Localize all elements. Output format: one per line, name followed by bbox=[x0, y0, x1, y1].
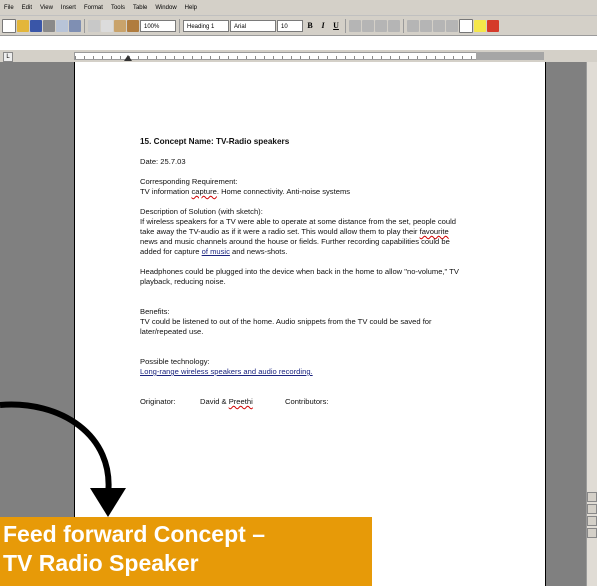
style-dropdown[interactable]: Heading 1 bbox=[183, 19, 229, 32]
description-line: added for capture of music and news-shot… bbox=[140, 247, 288, 256]
save-icon[interactable] bbox=[30, 19, 42, 32]
tab-selector[interactable]: L bbox=[3, 52, 13, 62]
previous-page-button[interactable] bbox=[587, 504, 597, 514]
menu-window[interactable]: Window bbox=[151, 5, 180, 11]
toolbar: 100% Heading 1 Arial 10 B I U bbox=[0, 16, 597, 36]
format-painter-icon[interactable] bbox=[127, 19, 139, 32]
menu-insert[interactable]: Insert bbox=[57, 5, 80, 11]
indent-icon[interactable] bbox=[446, 19, 458, 32]
italic-button[interactable]: I bbox=[317, 21, 329, 30]
border-icon[interactable] bbox=[459, 18, 473, 33]
benefits-heading: Benefits: bbox=[140, 307, 170, 316]
bullets-icon[interactable] bbox=[420, 19, 432, 32]
headphones-line: playback, reducing noise. bbox=[140, 277, 226, 286]
requirement-text: TV information capture. Home connectivit… bbox=[140, 187, 351, 196]
underline-button[interactable]: U bbox=[330, 21, 342, 30]
menu-view[interactable]: View bbox=[36, 5, 57, 11]
copy-icon[interactable] bbox=[101, 19, 113, 32]
numbering-icon[interactable] bbox=[407, 19, 419, 32]
outdent-icon[interactable] bbox=[433, 19, 445, 32]
highlight-icon[interactable] bbox=[474, 19, 486, 32]
toolbar-separator bbox=[345, 18, 346, 33]
description-line: If wireless speakers for a TV were able … bbox=[140, 217, 457, 226]
align-left-icon[interactable] bbox=[349, 19, 361, 32]
select-browse-object-button[interactable] bbox=[587, 516, 597, 526]
technology-text: Long-range wireless speakers and audio r… bbox=[140, 367, 313, 376]
menu-edit[interactable]: Edit bbox=[18, 5, 36, 11]
print-icon[interactable] bbox=[43, 19, 55, 32]
toolbar-separator bbox=[179, 18, 180, 33]
next-page-button[interactable] bbox=[587, 528, 597, 538]
spelling-icon[interactable] bbox=[69, 19, 81, 32]
technology-heading: Possible technology: bbox=[140, 357, 210, 366]
indent-marker-icon[interactable] bbox=[124, 55, 132, 61]
menu-tools[interactable]: Tools bbox=[107, 5, 129, 11]
description-line: news and music channels around the house… bbox=[140, 237, 450, 246]
font-size-dropdown[interactable]: 10 bbox=[277, 19, 303, 32]
headphones-line: Headphones could be plugged into the dev… bbox=[140, 267, 459, 276]
print-preview-icon[interactable] bbox=[56, 19, 68, 32]
callout-caption: Feed forward Concept – TV Radio Speaker bbox=[3, 520, 373, 578]
concept-title: 15. Concept Name: TV-Radio speakers bbox=[140, 137, 290, 146]
menu-file[interactable]: File bbox=[0, 5, 18, 11]
bold-button[interactable]: B bbox=[304, 21, 316, 30]
new-document-icon[interactable] bbox=[2, 18, 16, 33]
toolbar-separator bbox=[84, 18, 85, 33]
menu-help[interactable]: Help bbox=[181, 5, 201, 11]
word-processor-window: File Edit View Insert Format Tools Table… bbox=[0, 0, 597, 586]
menu-bar: File Edit View Insert Format Tools Table… bbox=[0, 0, 597, 16]
menu-format[interactable]: Format bbox=[80, 5, 107, 11]
open-icon[interactable] bbox=[17, 19, 29, 32]
callout-line: TV Radio Speaker bbox=[3, 550, 199, 576]
font-color-icon[interactable] bbox=[487, 19, 499, 32]
callout-line: Feed forward Concept – bbox=[3, 521, 265, 547]
ruler-scale bbox=[74, 52, 544, 60]
document-body: 15. Concept Name: TV-Radio speakers Date… bbox=[140, 137, 480, 407]
curved-arrow-icon bbox=[0, 401, 126, 517]
zoom-dropdown[interactable]: 100% bbox=[140, 19, 176, 32]
align-center-icon[interactable] bbox=[362, 19, 374, 32]
description-heading: Description of Solution (with sketch): bbox=[140, 207, 263, 216]
horizontal-ruler[interactable]: L bbox=[0, 50, 597, 62]
paste-icon[interactable] bbox=[114, 19, 126, 32]
menu-table[interactable]: Table bbox=[129, 5, 151, 11]
toolbar-separator bbox=[403, 18, 404, 33]
benefits-line: TV could be listened to out of the home.… bbox=[140, 317, 432, 326]
font-dropdown[interactable]: Arial bbox=[230, 19, 276, 32]
originator-line: Originator: David & Preethi Contributors… bbox=[140, 397, 329, 406]
vertical-scrollbar[interactable] bbox=[586, 62, 597, 586]
date-line: Date: 25.7.03 bbox=[140, 157, 186, 166]
cut-icon[interactable] bbox=[88, 19, 100, 32]
scroll-up-button[interactable] bbox=[587, 492, 597, 502]
benefits-line: later/repeated use. bbox=[140, 327, 204, 336]
ruler-right-margin bbox=[476, 52, 544, 60]
requirement-heading: Corresponding Requirement: bbox=[140, 177, 238, 186]
description-line: take away the TV-audio as if it were a r… bbox=[140, 227, 449, 236]
justify-icon[interactable] bbox=[388, 19, 400, 32]
align-right-icon[interactable] bbox=[375, 19, 387, 32]
